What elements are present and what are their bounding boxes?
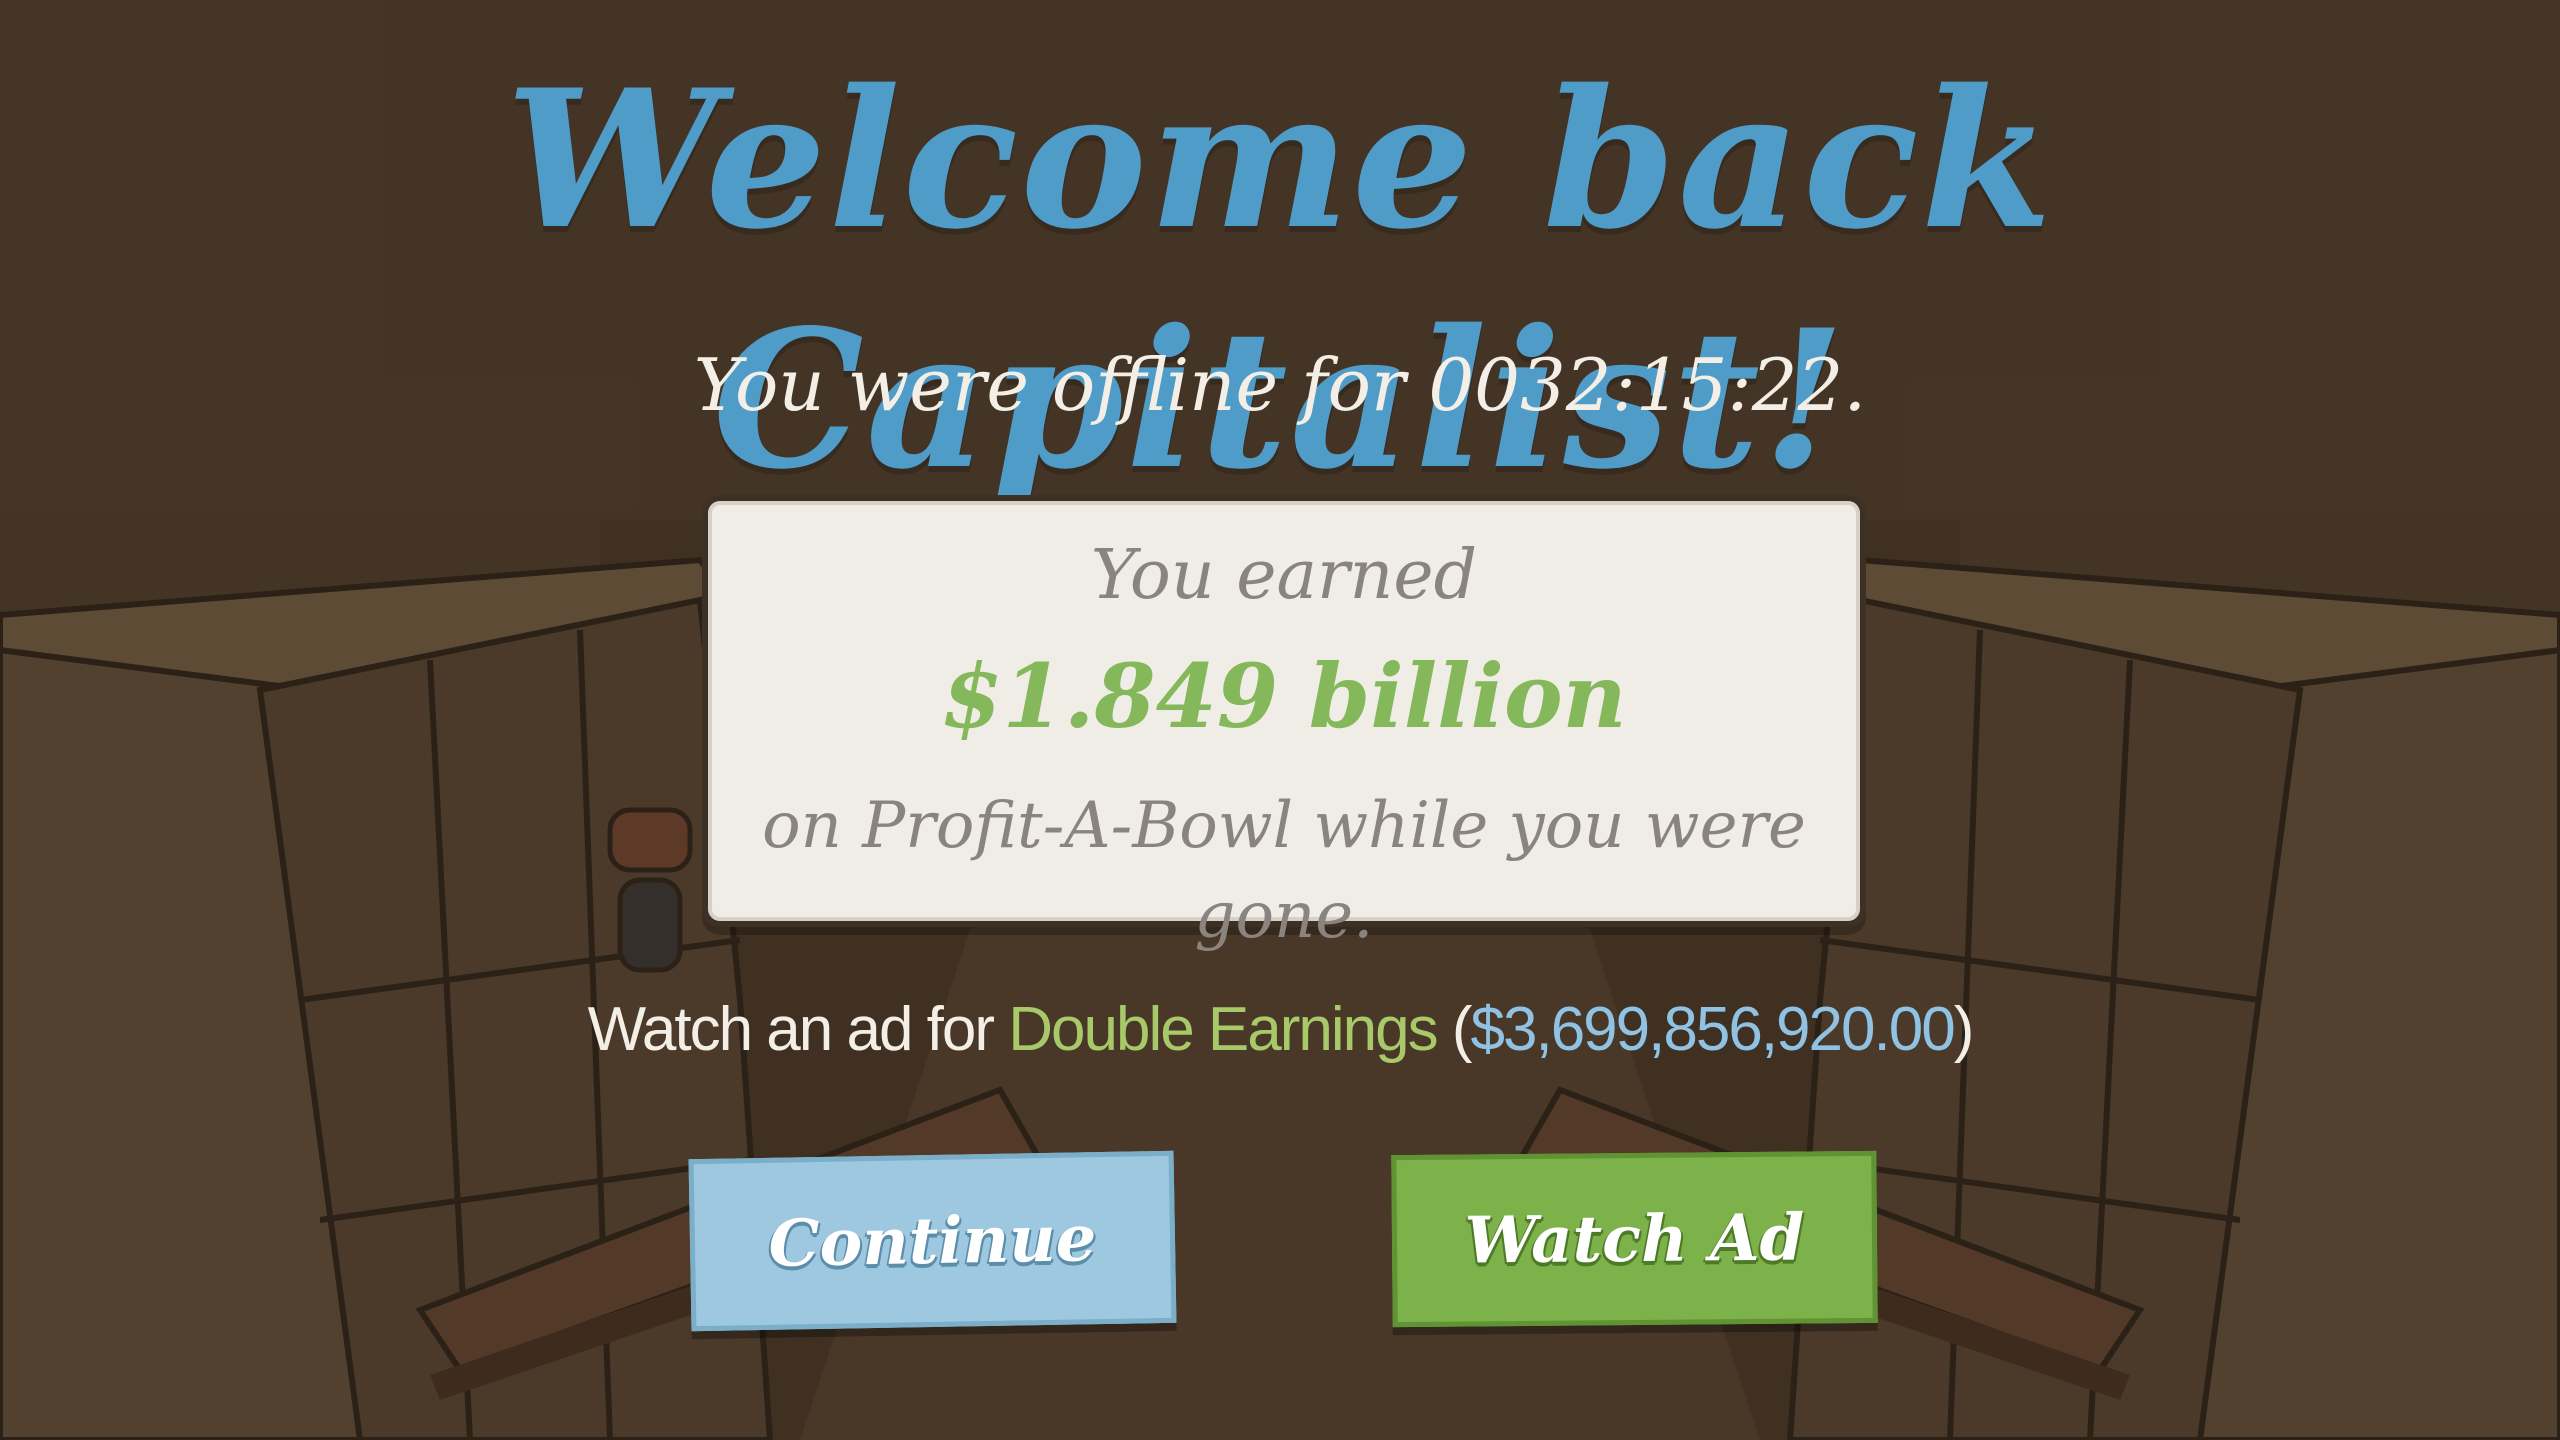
ad-offer-text: Watch an ad for Double Earnings ($3,699,… [0,990,2560,1070]
welcome-back-screen: Welcome back Capitalist! You were offlin… [0,0,2560,1440]
earnings-card: You earned $1.849 billion on Profit-A-Bo… [702,495,1866,953]
earnings-source-text: on Profit-A-Bowl while you were gone. [762,789,1806,953]
earnings-intro-text: You earned [1090,536,1478,615]
offline-duration-text: You were offline for 0032:15:22. [693,343,1867,427]
ad-offer-close-paren: ) [1953,995,1975,1064]
ad-offer-open-paren: ( [1436,995,1473,1064]
earnings-amount: $1.849 billion [941,644,1627,748]
double-earnings-label: Double Earnings [1008,995,1438,1064]
welcome-title: Welcome back Capitalist! [505,48,2055,511]
watch-ad-button[interactable]: Watch Ad [1391,1150,1878,1328]
continue-button[interactable]: Continue [688,1150,1177,1332]
double-earnings-amount: $3,699,856,920.00 [1470,995,1956,1064]
ad-offer-prefix: Watch an ad for [587,995,1009,1064]
